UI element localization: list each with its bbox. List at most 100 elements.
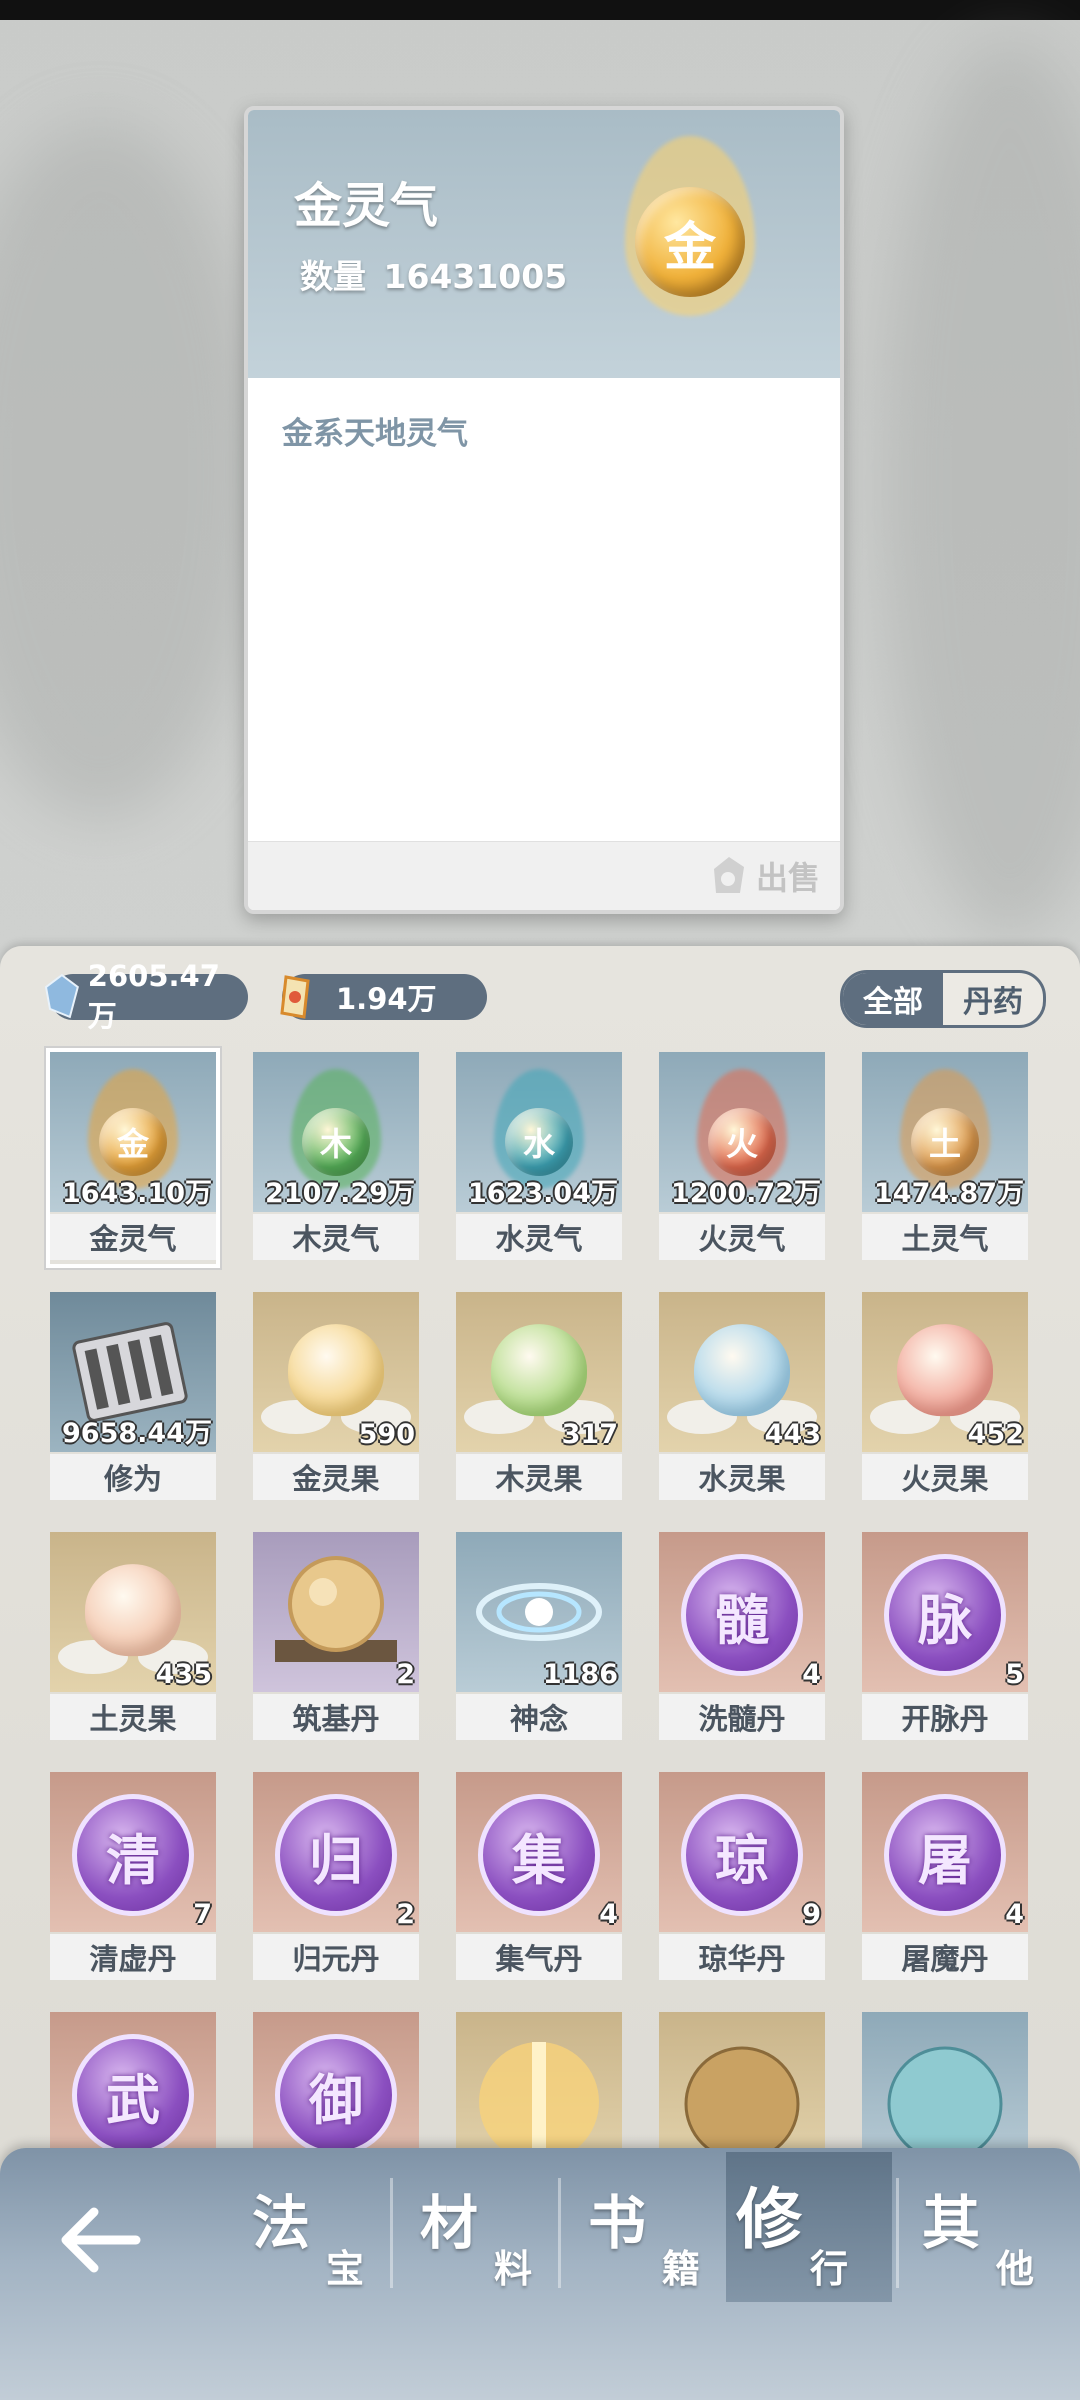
item-label: 归元丹 bbox=[253, 1934, 419, 1980]
item-count: 1643.10万 bbox=[62, 1178, 212, 1209]
item-image: 脉5 bbox=[862, 1532, 1028, 1692]
item-image: 金 1643.10万 bbox=[50, 1052, 216, 1212]
item-image: 317 bbox=[456, 1292, 622, 1452]
item-count: 435 bbox=[155, 1659, 212, 1690]
bottom-nav: 法 宝 材 料 书 籍 修 行 其 他 bbox=[0, 2148, 1080, 2400]
inventory-item[interactable]: 水 1623.04万水灵气 bbox=[456, 1052, 622, 1264]
tab-cultivation[interactable]: 修 行 bbox=[726, 2152, 892, 2302]
inventory-item[interactable]: 2 筑基丹 bbox=[253, 1532, 419, 1744]
item-image: 清7 bbox=[50, 1772, 216, 1932]
inventory-item[interactable]: 1186 神念 bbox=[456, 1532, 622, 1744]
item-count: 317 bbox=[561, 1419, 618, 1450]
tab-divider bbox=[390, 2178, 393, 2288]
item-label: 火灵气 bbox=[659, 1214, 825, 1260]
elixir-pill-icon: 髓 bbox=[681, 1554, 803, 1677]
item-count: 5 bbox=[1005, 1659, 1024, 1690]
detail-footer: 出售 bbox=[248, 841, 840, 910]
item-label: 修为 bbox=[50, 1454, 216, 1500]
inventory-item[interactable]: 琼 9 琼华丹 bbox=[659, 1772, 825, 1984]
elixir-pill-icon: 武 bbox=[72, 2034, 194, 2157]
item-count: 2 bbox=[396, 1899, 415, 1930]
item-count: 9 bbox=[802, 1899, 821, 1930]
back-arrow-icon[interactable] bbox=[54, 2200, 144, 2280]
category-filter: 全部 丹药 bbox=[840, 970, 1046, 1028]
elixir-pill-icon: 清 bbox=[72, 1794, 194, 1917]
item-label: 火灵果 bbox=[862, 1454, 1028, 1500]
inventory-item[interactable]: 集 4 集气丹 bbox=[456, 1772, 622, 1984]
elixir-pill-icon: 脉 bbox=[884, 1554, 1006, 1677]
inventory-item[interactable]: 土 1474.87万 土灵气 bbox=[862, 1052, 1028, 1264]
background-mist bbox=[0, 120, 260, 820]
item-label: 土灵果 bbox=[50, 1694, 216, 1740]
item-image: 590 bbox=[253, 1292, 419, 1452]
inventory-item[interactable]: 443 水灵果 bbox=[659, 1292, 825, 1504]
inventory-item[interactable]: 452 火灵果 bbox=[862, 1292, 1028, 1504]
tab-books-main: 书 bbox=[588, 2189, 647, 2257]
tab-treasures[interactable]: 法 宝 bbox=[242, 2168, 408, 2298]
qi-orb-icon: 火 bbox=[708, 1107, 776, 1176]
inventory-item[interactable]: 火 1200.72万 火灵气 bbox=[659, 1052, 825, 1264]
spirit-fruit-icon bbox=[491, 1324, 587, 1417]
status-bar bbox=[0, 0, 1080, 20]
tab-cultivation-main: 修 bbox=[736, 2181, 802, 2258]
item-image: 452 bbox=[862, 1292, 1028, 1452]
item-label: 洗髓丹 bbox=[659, 1694, 825, 1740]
inventory-item[interactable]: 髓 4 洗髓丹 bbox=[659, 1532, 825, 1744]
item-count: 590 bbox=[358, 1419, 415, 1450]
item-image: 屠4 bbox=[862, 1772, 1028, 1932]
tab-treasures-main: 法 bbox=[252, 2189, 311, 2257]
item-count: 9658.44万 bbox=[62, 1418, 212, 1449]
detail-header: 金灵气 数量 16431005 金 bbox=[248, 110, 840, 378]
inventory-item[interactable]: 435 土灵果 bbox=[50, 1532, 216, 1744]
tab-treasures-sub: 宝 bbox=[326, 2247, 365, 2291]
quantity-value: 16431005 bbox=[383, 257, 568, 296]
item-description: 金系天地灵气 bbox=[282, 416, 468, 452]
filter-pills[interactable]: 丹药 bbox=[943, 973, 1043, 1025]
item-count: 2107.29万 bbox=[265, 1178, 415, 1209]
qi-orb-icon: 木 bbox=[302, 1107, 370, 1176]
tab-others-main: 其 bbox=[922, 2189, 981, 2257]
item-image: 集4 bbox=[456, 1772, 622, 1932]
item-label: 开脉丹 bbox=[862, 1694, 1028, 1740]
elixir-pill-icon: 归 bbox=[275, 1794, 397, 1917]
inventory-item[interactable]: 屠 4 屠魔丹 bbox=[862, 1772, 1028, 1984]
quantity-label: 数量 bbox=[300, 257, 366, 296]
inventory-item[interactable]: 脉 5 开脉丹 bbox=[862, 1532, 1028, 1744]
item-label: 金灵果 bbox=[253, 1454, 419, 1500]
spirit-fruit-icon bbox=[694, 1324, 790, 1417]
inventory-item[interactable]: 清 7 清虚丹 bbox=[50, 1772, 216, 1984]
item-image: 443 bbox=[659, 1292, 825, 1452]
orb-glyph: 金 bbox=[635, 187, 745, 297]
inventory-item[interactable]: 归 2 归元丹 bbox=[253, 1772, 419, 1984]
inventory-item[interactable]: 590 金灵果 bbox=[253, 1292, 419, 1504]
background-mist bbox=[880, 40, 1080, 940]
item-name: 金灵气 bbox=[294, 178, 439, 234]
tab-others[interactable]: 其 他 bbox=[912, 2168, 1078, 2298]
inventory-item[interactable]: 木 2107.29万木灵气 bbox=[253, 1052, 419, 1264]
item-image: 髓4 bbox=[659, 1532, 825, 1692]
talisman-icon bbox=[280, 975, 310, 1019]
item-label: 木灵气 bbox=[253, 1214, 419, 1260]
sell-button[interactable]: 出售 bbox=[710, 852, 820, 900]
tab-others-sub: 他 bbox=[996, 2247, 1035, 2291]
item-count: 7 bbox=[193, 1899, 212, 1930]
tab-books[interactable]: 书 籍 bbox=[578, 2168, 744, 2298]
inventory-item[interactable]: 金 1643.10万 金灵气 bbox=[46, 1048, 220, 1268]
item-image: 琼9 bbox=[659, 1772, 825, 1932]
item-image: 归2 bbox=[253, 1772, 419, 1932]
item-count: 2 bbox=[396, 1659, 415, 1690]
blue-crystal-icon bbox=[44, 973, 79, 1019]
spirit-fruit-icon bbox=[897, 1324, 993, 1417]
tab-divider bbox=[896, 2178, 899, 2288]
sell-icon bbox=[713, 857, 744, 893]
qi-orb-icon: 水 bbox=[505, 1107, 573, 1176]
item-image: 435 bbox=[50, 1532, 216, 1692]
inventory-item[interactable]: 9658.44万修为 bbox=[50, 1292, 216, 1504]
inventory-item[interactable]: 317 木灵果 bbox=[456, 1292, 622, 1504]
item-label: 琼华丹 bbox=[659, 1934, 825, 1980]
qi-orb-icon: 金 bbox=[99, 1107, 167, 1176]
tab-materials[interactable]: 材 料 bbox=[410, 2168, 576, 2298]
item-count: 1623.04万 bbox=[468, 1178, 618, 1209]
filter-all[interactable]: 全部 bbox=[843, 973, 943, 1025]
item-label: 水灵气 bbox=[456, 1214, 622, 1260]
